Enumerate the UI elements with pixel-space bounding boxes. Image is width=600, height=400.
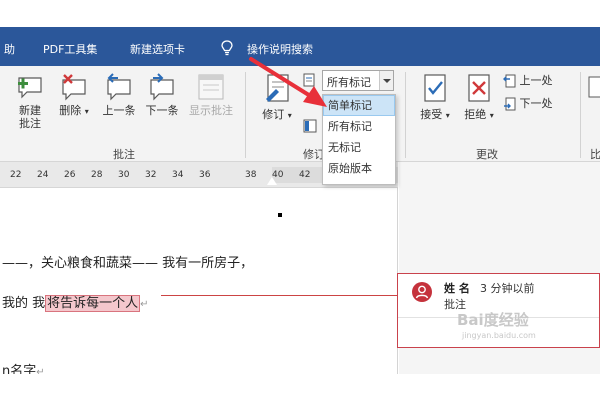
watermark-logo: Bai度经验 (457, 311, 529, 329)
previous-comment-button[interactable]: 上一条 (99, 72, 139, 117)
menu-item-no-markup[interactable]: 无标记 (323, 137, 395, 158)
reject-icon (468, 74, 490, 102)
next-comment-button[interactable]: 下一条 (142, 72, 182, 117)
ruler-tick: 30 (118, 170, 130, 180)
markup-dropdown[interactable]: 所有标记 (322, 70, 394, 91)
markup-dropdown-value: 所有标记 (327, 76, 371, 89)
ruler-tick: 34 (172, 170, 184, 180)
lightbulb-icon[interactable] (219, 39, 235, 57)
markup-icon[interactable] (303, 73, 317, 87)
comments-group-label: 批注 (113, 148, 135, 161)
tab-new-tab[interactable]: 新建选项卡 (130, 41, 185, 57)
ruler-tick: 26 (64, 170, 76, 180)
show-comments-icon (198, 74, 224, 100)
group-divider (245, 72, 246, 158)
accept-button[interactable]: 接受 ▾ (418, 72, 452, 122)
ruler-tick: 24 (37, 170, 49, 180)
previous-change-icon (503, 74, 516, 88)
next-change-button[interactable]: 下一处 (502, 97, 553, 111)
next-change-icon (504, 97, 516, 111)
watermark-url: jingyan.baidu.com (462, 331, 536, 340)
menu-item-all-markup[interactable]: 所有标记 (323, 116, 395, 137)
changes-group-label: 更改 (476, 148, 498, 161)
tab-tell-me-search[interactable]: 操作说明搜索 (247, 41, 313, 57)
compare-icon[interactable] (588, 76, 600, 102)
tab-pdf-tools[interactable]: PDF工具集 (43, 41, 97, 57)
ruler-tick: 42 (299, 170, 311, 180)
track-changes-button[interactable]: 修订 ▾ (260, 72, 294, 122)
document-line[interactable]: 我的 我将告诉每一个人 ↵ (2, 292, 149, 312)
delete-comment-icon (62, 74, 86, 101)
group-divider (405, 72, 406, 158)
ruler-tick: 32 (145, 170, 157, 180)
bottom-strip (0, 374, 600, 400)
delete-comment-button[interactable]: 删除 ▾ (57, 72, 91, 118)
user-icon (415, 285, 429, 299)
indent-marker[interactable] (267, 177, 277, 185)
menu-bar: 助 PDF工具集 新建选项卡 操作说明搜索 (0, 27, 600, 66)
comment-time: 3 分钟以前 (480, 282, 535, 295)
ruler-tick: 28 (91, 170, 103, 180)
tab-help[interactable]: 助 (4, 41, 15, 57)
previous-change-button[interactable]: 上一处 (502, 74, 553, 88)
compare-group-label: 比 (590, 148, 600, 161)
commented-text[interactable]: 将告诉每一个人 (45, 295, 141, 312)
accept-icon (424, 74, 446, 102)
chevron-down-icon[interactable] (379, 71, 393, 90)
avatar (412, 282, 432, 302)
document-page[interactable]: ——，关心粮食和蔬菜—— 我有一所房子， 我的 我将告诉每一个人 ↵ n名字↵ (0, 188, 398, 379)
ruler-tick: 38 (245, 170, 257, 180)
ruler-tick: 36 (199, 170, 211, 180)
next-comment-icon (150, 73, 174, 101)
previous-comment-icon (107, 73, 131, 101)
markup-menu: 简单标记 所有标记 无标记 原始版本 (322, 94, 396, 185)
reject-button[interactable]: 拒绝 ▾ (462, 72, 496, 122)
new-comment-icon (18, 77, 42, 99)
document-line[interactable]: ——，关心粮食和蔬菜—— 我有一所房子， (2, 252, 253, 271)
paragraph-mark (278, 213, 282, 217)
top-strip (0, 0, 600, 27)
ruler-tick: 22 (10, 170, 22, 180)
track-changes-icon (266, 74, 289, 102)
reviewing-pane-icon[interactable] (303, 119, 317, 133)
group-divider (580, 72, 581, 158)
comment-author: 姓 名 (444, 282, 470, 295)
menu-item-simple-markup[interactable]: 简单标记 (323, 95, 395, 116)
show-comments-button[interactable]: 显示批注 (185, 72, 237, 117)
new-comment-button[interactable]: 新建 批注 (12, 72, 48, 130)
ribbon: 新建 批注 删除 ▾ 上一条 下一条 显示批注 批注 修订 ▾ 修订 接受 ▾ … (0, 66, 600, 162)
comment-connector (161, 295, 398, 296)
menu-item-original[interactable]: 原始版本 (323, 158, 395, 179)
document-text: 我的 我 (2, 296, 46, 311)
